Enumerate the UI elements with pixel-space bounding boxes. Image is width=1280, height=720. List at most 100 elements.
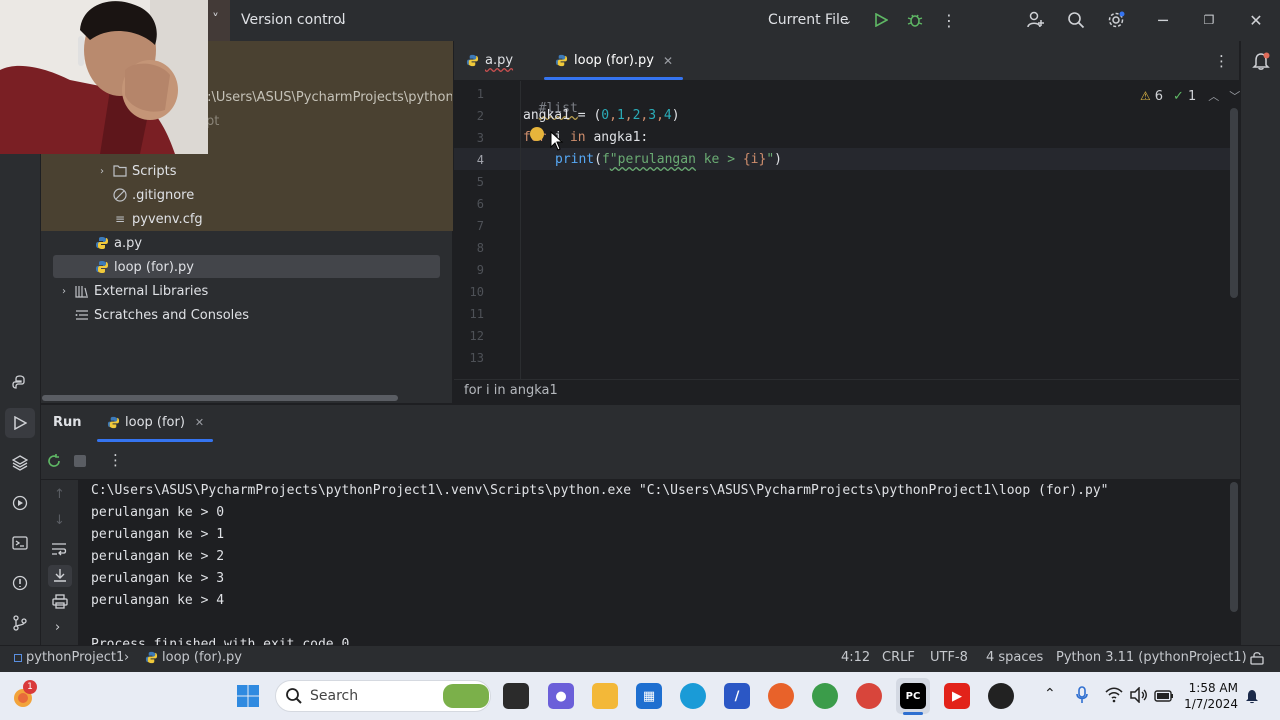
taskbar-clock-date[interactable]: 1/7/2024	[1180, 697, 1238, 711]
start-button[interactable]	[236, 684, 260, 712]
tab-a-py[interactable]: a.py	[466, 53, 513, 68]
tab-options-icon[interactable]: ⋮	[1214, 52, 1229, 70]
firefox-icon[interactable]	[768, 683, 794, 709]
python-file-icon	[94, 235, 110, 251]
editor-vertical-scrollbar[interactable]	[1230, 108, 1238, 298]
code-editor[interactable]	[454, 81, 1239, 379]
scratches-icon	[74, 307, 90, 323]
line-number: 1	[476, 87, 484, 101]
layers-icon[interactable]	[9, 452, 31, 474]
tree-item-pyvenv[interactable]: ≡ pyvenv.cfg	[112, 207, 203, 231]
pycharm-icon[interactable]: PC	[900, 683, 926, 709]
close-window-button[interactable]: ✕	[1245, 9, 1267, 31]
status-caret-position[interactable]: 4:12	[841, 650, 870, 665]
chevron-up-icon[interactable]: ︿	[1208, 88, 1219, 104]
obs-studio-icon[interactable]	[988, 683, 1014, 709]
chevron-right-icon[interactable]: ›	[94, 163, 110, 179]
chevron-right-icon[interactable]: ›	[55, 620, 60, 635]
code-function: print	[555, 152, 595, 167]
run-tab-loop-for[interactable]: loop (for) ✕	[107, 415, 204, 430]
tree-item-label: Scratches and Consoles	[94, 307, 250, 323]
python-file-icon	[145, 651, 158, 664]
tree-item-external-libraries[interactable]: › External Libraries	[56, 279, 208, 303]
edge-browser-icon[interactable]	[680, 683, 706, 709]
console-output[interactable]	[78, 480, 1240, 645]
close-tab-icon[interactable]: ✕	[195, 416, 204, 429]
intention-bulb-icon[interactable]	[530, 127, 544, 141]
chrome-profile-1-icon[interactable]	[812, 683, 838, 709]
tree-item-gitignore[interactable]: .gitignore	[112, 183, 194, 207]
tree-item-scratches[interactable]: Scratches and Consoles	[74, 303, 249, 327]
run-tool-icon[interactable]	[9, 412, 31, 434]
youtube-icon[interactable]: ▶	[944, 683, 970, 709]
close-tab-icon[interactable]: ✕	[663, 54, 673, 68]
file-explorer-icon[interactable]	[592, 683, 618, 709]
tab-loop-for-py[interactable]: loop (for).py ✕	[555, 53, 673, 68]
inspection-widget[interactable]: ⚠ 6 ✓ 1 ︿ ﹀	[1140, 88, 1240, 104]
status-encoding[interactable]: UTF-8	[930, 650, 968, 665]
active-tab-indicator	[544, 77, 683, 80]
settings-button[interactable]	[1105, 9, 1127, 31]
rerun-button[interactable]	[46, 453, 62, 473]
add-user-button[interactable]	[1025, 9, 1047, 31]
scroll-up-icon[interactable]: ↑	[54, 487, 65, 502]
status-line-separator[interactable]: CRLF	[882, 650, 915, 665]
restore-button[interactable]: ❐	[1198, 9, 1220, 31]
add-user-icon	[1027, 11, 1044, 28]
taskbar-clock-time[interactable]: 1:58 AM	[1180, 681, 1238, 695]
task-view-icon[interactable]	[503, 683, 529, 709]
lock-icon[interactable]	[1250, 650, 1264, 669]
more-actions-icon[interactable]: ⋮	[938, 9, 960, 31]
scroll-to-end-icon[interactable]	[52, 568, 68, 588]
console-vertical-scrollbar[interactable]	[1230, 482, 1238, 612]
project-menu-chevron[interactable]: ˅	[212, 12, 219, 28]
battery-icon[interactable]	[1154, 688, 1174, 707]
status-interpreter[interactable]: Python 3.11 (pythonProject1)	[1056, 650, 1247, 665]
chevron-up-icon[interactable]: ⌃	[1044, 686, 1056, 702]
git-icon[interactable]	[9, 612, 31, 634]
status-file-label: loop (for).py	[162, 650, 242, 665]
problems-icon[interactable]	[9, 572, 31, 594]
code-string: "perulangan	[609, 152, 696, 167]
scroll-down-icon[interactable]: ↓	[54, 513, 65, 528]
math-app-icon[interactable]: ∕	[724, 683, 750, 709]
microsoft-store-icon[interactable]: ▦	[636, 683, 662, 709]
tree-item-loop-for-py[interactable]: loop (for).py	[94, 255, 194, 279]
microphone-icon[interactable]	[1076, 686, 1088, 708]
run-button[interactable]	[870, 9, 892, 31]
tree-item-scripts[interactable]: › Scripts	[94, 159, 176, 183]
volume-icon[interactable]	[1130, 686, 1148, 707]
more-actions-icon[interactable]: ⋮	[108, 451, 123, 469]
chevron-right-icon[interactable]: ›	[56, 283, 72, 299]
line-number: 13	[469, 351, 484, 365]
chevron-down-icon[interactable]: ﹀	[1229, 88, 1240, 104]
breadcrumb[interactable]: for i in angka1	[464, 383, 558, 398]
status-file[interactable]: loop (for).py	[145, 650, 242, 665]
tree-item-a-py[interactable]: a.py	[94, 231, 142, 255]
line-number: 5	[476, 175, 484, 189]
debug-button[interactable]	[904, 9, 926, 31]
version-control-menu[interactable]: Version control	[241, 12, 345, 28]
notification-center-icon[interactable]	[1245, 688, 1259, 708]
print-icon[interactable]	[52, 594, 68, 613]
soft-wrap-icon[interactable]	[51, 541, 67, 560]
run-configuration-selector[interactable]: Current File	[768, 12, 848, 28]
notifications-bell-icon[interactable]	[1251, 51, 1271, 75]
project-horizontal-scrollbar[interactable]	[42, 395, 398, 401]
chrome-profile-2-icon[interactable]	[856, 683, 882, 709]
python-console-icon[interactable]	[9, 372, 31, 394]
line-number: 7	[476, 219, 484, 233]
search-button[interactable]	[1065, 9, 1087, 31]
services-icon[interactable]	[9, 492, 31, 514]
tab-label: loop (for).py	[574, 53, 654, 68]
terminal-icon[interactable]	[9, 532, 31, 554]
code-number: 1	[616, 108, 625, 123]
wifi-icon[interactable]	[1105, 687, 1123, 707]
teams-chat-icon[interactable]: ●	[548, 683, 574, 709]
status-indent[interactable]: 4 spaces	[986, 650, 1043, 665]
status-project[interactable]: pythonProject1	[14, 650, 124, 665]
breadcrumb-bar	[454, 379, 1239, 403]
minimize-button[interactable]: ─	[1152, 9, 1174, 31]
status-project-label: pythonProject1	[26, 650, 125, 665]
stop-button[interactable]	[74, 455, 86, 467]
